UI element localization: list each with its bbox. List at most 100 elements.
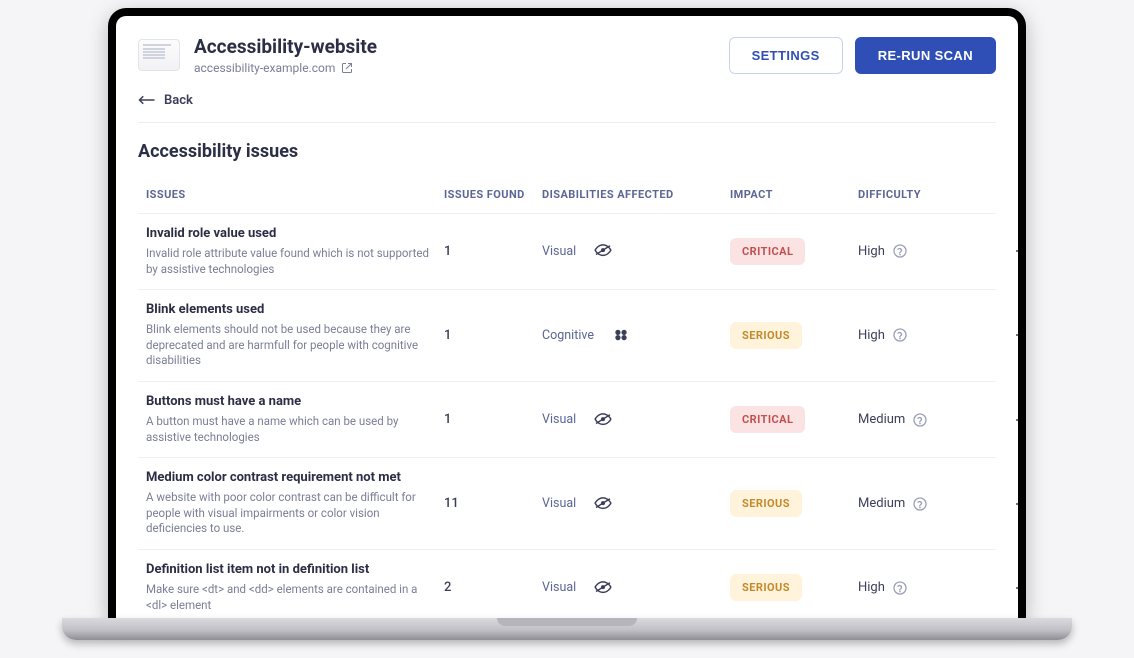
- table-row[interactable]: Medium color contrast requirement not me…: [138, 457, 996, 549]
- top-bar: Accessibility-website accessibility-exam…: [138, 36, 996, 75]
- table-row[interactable]: Invalid role value used Invalid role att…: [138, 213, 996, 289]
- site-url-row[interactable]: accessibility-example.com: [194, 61, 377, 75]
- app-screen: Accessibility-website accessibility-exam…: [116, 16, 1018, 618]
- app-content: Accessibility-website accessibility-exam…: [116, 16, 1018, 618]
- help-icon[interactable]: [893, 581, 907, 595]
- eye-slash-icon: [594, 244, 612, 258]
- rerun-scan-button[interactable]: RE-RUN SCAN: [855, 37, 996, 74]
- issue-title: Definition list item not in definition l…: [146, 562, 436, 578]
- eye-slash-icon: [594, 497, 612, 511]
- difficulty-cell: High: [858, 244, 988, 259]
- issue-description: Invalid role attribute value found which…: [146, 246, 436, 277]
- arrow-right-icon[interactable]: [1014, 414, 1018, 426]
- disability-cell: Visual: [542, 580, 722, 595]
- issue-cell: Definition list item not in definition l…: [146, 562, 436, 613]
- difficulty-cell: Medium: [858, 496, 988, 511]
- help-icon[interactable]: [913, 413, 927, 427]
- impact-badge: SERIOUS: [730, 490, 802, 517]
- external-link-icon: [341, 62, 353, 74]
- difficulty-cell: Medium: [858, 412, 988, 427]
- impact-cell: CRITICAL: [730, 238, 850, 265]
- issue-description: Blink elements should not be used becaus…: [146, 322, 436, 369]
- settings-button[interactable]: SETTINGS: [729, 37, 843, 74]
- title-block: Accessibility-website accessibility-exam…: [194, 36, 377, 75]
- difficulty-label: High: [858, 244, 885, 259]
- issues-table: ISSUES ISSUES FOUND DISABILITIES AFFECTE…: [138, 176, 996, 618]
- difficulty-label: Medium: [858, 412, 905, 427]
- site-url: accessibility-example.com: [194, 61, 335, 75]
- eye-slash-icon: [594, 413, 612, 427]
- section-title: Accessibility issues: [138, 141, 996, 162]
- issue-cell: Invalid role value used Invalid role att…: [146, 226, 436, 277]
- arrow-right-icon[interactable]: [1014, 329, 1018, 341]
- issues-found-count: 11: [444, 496, 534, 511]
- col-impact: IMPACT: [730, 188, 850, 201]
- issue-title: Blink elements used: [146, 302, 436, 318]
- row-action-cell: [996, 414, 1018, 426]
- issue-title: Medium color contrast requirement not me…: [146, 470, 436, 486]
- help-icon[interactable]: [913, 497, 927, 511]
- difficulty-label: High: [858, 328, 885, 343]
- table-row[interactable]: Definition list item not in definition l…: [138, 549, 996, 618]
- eye-slash-icon: [594, 581, 612, 595]
- divider: [138, 122, 996, 123]
- arrow-right-icon[interactable]: [1014, 582, 1018, 594]
- difficulty-label: High: [858, 580, 885, 595]
- arrow-right-icon[interactable]: [1014, 245, 1018, 257]
- site-thumbnail: [138, 39, 180, 71]
- arrow-right-icon[interactable]: [1014, 498, 1018, 510]
- disability-cell: Cognitive: [542, 328, 722, 343]
- disability-label: Visual: [542, 244, 576, 259]
- project-title: Accessibility-website: [194, 36, 377, 59]
- col-difficulty: DIFFICULTY: [858, 188, 988, 201]
- disability-label: Cognitive: [542, 328, 594, 343]
- impact-badge: CRITICAL: [730, 238, 805, 265]
- row-action-cell: [996, 245, 1018, 257]
- table-row[interactable]: Buttons must have a name A button must h…: [138, 381, 996, 457]
- disability-cell: Visual: [542, 244, 722, 259]
- disability-label: Visual: [542, 496, 576, 511]
- issue-title: Invalid role value used: [146, 226, 436, 242]
- disability-label: Visual: [542, 580, 576, 595]
- brain-icon: [612, 328, 630, 342]
- laptop-frame: Accessibility-website accessibility-exam…: [108, 8, 1026, 618]
- table-header-row: ISSUES ISSUES FOUND DISABILITIES AFFECTE…: [138, 176, 996, 213]
- row-action-cell: [996, 498, 1018, 510]
- impact-cell: SERIOUS: [730, 574, 850, 601]
- disability-cell: Visual: [542, 412, 722, 427]
- laptop-notch: [497, 618, 637, 626]
- impact-badge: SERIOUS: [730, 322, 802, 349]
- issue-description: A button must have a name which can be u…: [146, 414, 436, 445]
- disability-label: Visual: [542, 412, 576, 427]
- col-found: ISSUES FOUND: [444, 188, 534, 201]
- difficulty-cell: High: [858, 580, 988, 595]
- issues-found-count: 1: [444, 328, 534, 343]
- impact-badge: SERIOUS: [730, 574, 802, 601]
- issue-description: Make sure <dt> and <dd> elements are con…: [146, 582, 436, 613]
- issues-found-count: 1: [444, 244, 534, 259]
- issue-description: A website with poor color contrast can b…: [146, 490, 436, 537]
- issue-cell: Buttons must have a name A button must h…: [146, 394, 436, 445]
- help-icon[interactable]: [893, 328, 907, 342]
- issues-found-count: 2: [444, 580, 534, 595]
- difficulty-cell: High: [858, 328, 988, 343]
- issue-cell: Medium color contrast requirement not me…: [146, 470, 436, 537]
- issue-cell: Blink elements used Blink elements shoul…: [146, 302, 436, 369]
- back-label: Back: [164, 93, 193, 108]
- impact-cell: SERIOUS: [730, 322, 850, 349]
- help-icon[interactable]: [893, 244, 907, 258]
- issues-found-count: 1: [444, 412, 534, 427]
- row-action-cell: [996, 582, 1018, 594]
- row-action-cell: [996, 329, 1018, 341]
- disability-cell: Visual: [542, 496, 722, 511]
- difficulty-label: Medium: [858, 496, 905, 511]
- arrow-left-icon: [138, 95, 156, 105]
- impact-cell: SERIOUS: [730, 490, 850, 517]
- back-link[interactable]: Back: [138, 93, 996, 108]
- table-row[interactable]: Blink elements used Blink elements shoul…: [138, 289, 996, 381]
- col-issues: ISSUES: [146, 188, 436, 201]
- impact-cell: CRITICAL: [730, 406, 850, 433]
- impact-badge: CRITICAL: [730, 406, 805, 433]
- top-bar-actions: SETTINGS RE-RUN SCAN: [729, 37, 996, 74]
- col-disabilities: DISABILITIES AFFECTED: [542, 188, 722, 201]
